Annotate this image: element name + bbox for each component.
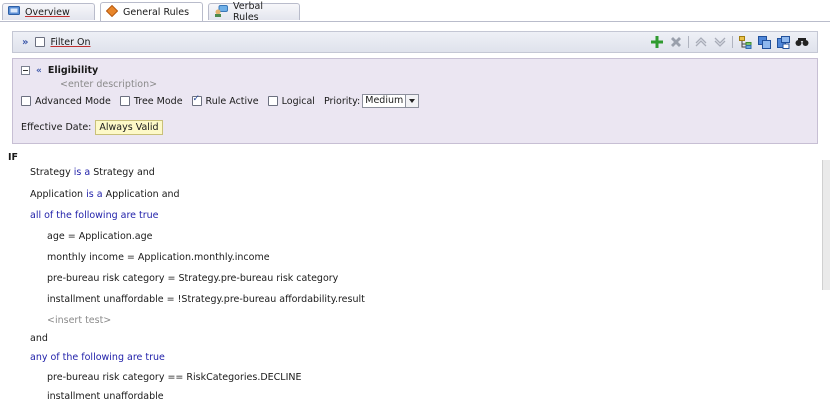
tree-mode-option[interactable]: Tree Mode — [119, 95, 183, 107]
advanced-mode-label: Advanced Mode — [35, 95, 111, 107]
rules-toolbar: » Filter On — [12, 31, 818, 53]
pattern-keyword: is a — [73, 167, 91, 178]
any-following-clause[interactable]: any of the following are true — [30, 352, 165, 363]
rule-options: Advanced Mode Tree Mode Rule Active Logi… — [21, 94, 420, 108]
tab-verbal-rules[interactable]: Verbal Rules — [208, 1, 300, 23]
priority-value: Medium — [362, 94, 407, 108]
test-line[interactable]: installment unaffordable — [47, 391, 164, 402]
test-line[interactable]: age = Application.age — [47, 231, 153, 242]
priority-label: Priority: — [323, 95, 361, 107]
pattern-type: Strategy and — [93, 167, 155, 178]
test-line[interactable]: monthly income = Application.monthly.inc… — [47, 252, 270, 263]
priority-select[interactable]: Medium — [362, 94, 420, 108]
rule-active-option[interactable]: Rule Active — [191, 94, 259, 107]
rule-active-label: Rule Active — [205, 95, 259, 107]
filter-on-checkbox[interactable] — [35, 37, 46, 47]
overview-icon — [8, 5, 20, 19]
tree-icon[interactable] — [738, 35, 752, 49]
tab-verbal-rules-label: Verbal Rules — [233, 1, 264, 23]
tab-overview-label: Overview — [25, 6, 70, 18]
advanced-mode-option[interactable]: Advanced Mode — [21, 96, 111, 107]
pattern-keyword: is a — [86, 189, 103, 200]
rule-title: Eligibility — [47, 65, 99, 76]
test-line[interactable]: installment unaffordable = !Strategy.pre… — [47, 294, 365, 305]
pattern-type: Application and — [105, 189, 180, 200]
verbal-rules-icon — [214, 4, 228, 20]
insert-test-placeholder[interactable]: <insert test> — [47, 315, 111, 326]
logical-label: Logical — [281, 95, 315, 107]
rule-description[interactable]: <enter description> — [60, 79, 157, 90]
rule-panel: « Eligibility <enter description> Advanc… — [12, 58, 818, 144]
all-following-clause[interactable]: all of the following are true — [30, 210, 159, 221]
logical-checkbox[interactable] — [267, 96, 278, 106]
logical-option[interactable]: Logical — [267, 95, 315, 107]
test-line[interactable]: pre-bureau risk category = Strategy.pre-… — [47, 273, 338, 284]
tree-mode-checkbox[interactable] — [119, 96, 130, 106]
if-keyword: IF — [8, 152, 19, 163]
filter-on-label: Filter On — [50, 36, 91, 48]
pattern-var: Application — [30, 189, 84, 200]
pattern-strategy[interactable]: Strategy is a Strategy and — [30, 167, 155, 178]
and-keyword: and — [30, 333, 48, 344]
tree-mode-label: Tree Mode — [133, 95, 183, 107]
toolbar-separator — [688, 36, 689, 48]
paste-icon[interactable] — [776, 35, 790, 49]
test-line[interactable]: pre-bureau risk category == RiskCategori… — [47, 372, 302, 383]
move-up-icon[interactable] — [694, 35, 708, 49]
vertical-scrollbar[interactable] — [822, 160, 830, 290]
effective-date-value[interactable]: Always Valid — [95, 120, 163, 135]
add-icon[interactable] — [650, 35, 664, 49]
advanced-mode-checkbox[interactable] — [21, 96, 31, 106]
copy-icon[interactable] — [757, 35, 771, 49]
find-icon[interactable] — [795, 35, 809, 49]
tab-general-rules-label: General Rules — [123, 6, 190, 18]
toolbar-separator — [732, 36, 733, 48]
delete-icon[interactable] — [669, 35, 683, 49]
effective-date-row: Effective Date: Always Valid — [21, 120, 163, 135]
collapse-chevron-icon[interactable]: » — [22, 37, 28, 48]
pattern-var: Strategy — [30, 167, 71, 178]
tab-general-rules[interactable]: General Rules — [100, 2, 203, 21]
move-down-icon[interactable] — [713, 35, 727, 49]
collapse-rule-button[interactable] — [21, 66, 30, 75]
pattern-application[interactable]: Application is a Application and — [30, 189, 180, 200]
diamond-icon — [105, 4, 119, 20]
effective-date-label: Effective Date: — [21, 122, 92, 133]
tab-overview[interactable]: Overview — [2, 3, 95, 20]
rule-active-checkbox[interactable] — [191, 94, 202, 106]
tab-bar: Overview General Rules Verbal Rules — [0, 0, 830, 23]
chevron-up-icon[interactable]: « — [36, 66, 42, 76]
chevron-down-icon[interactable] — [406, 94, 420, 108]
